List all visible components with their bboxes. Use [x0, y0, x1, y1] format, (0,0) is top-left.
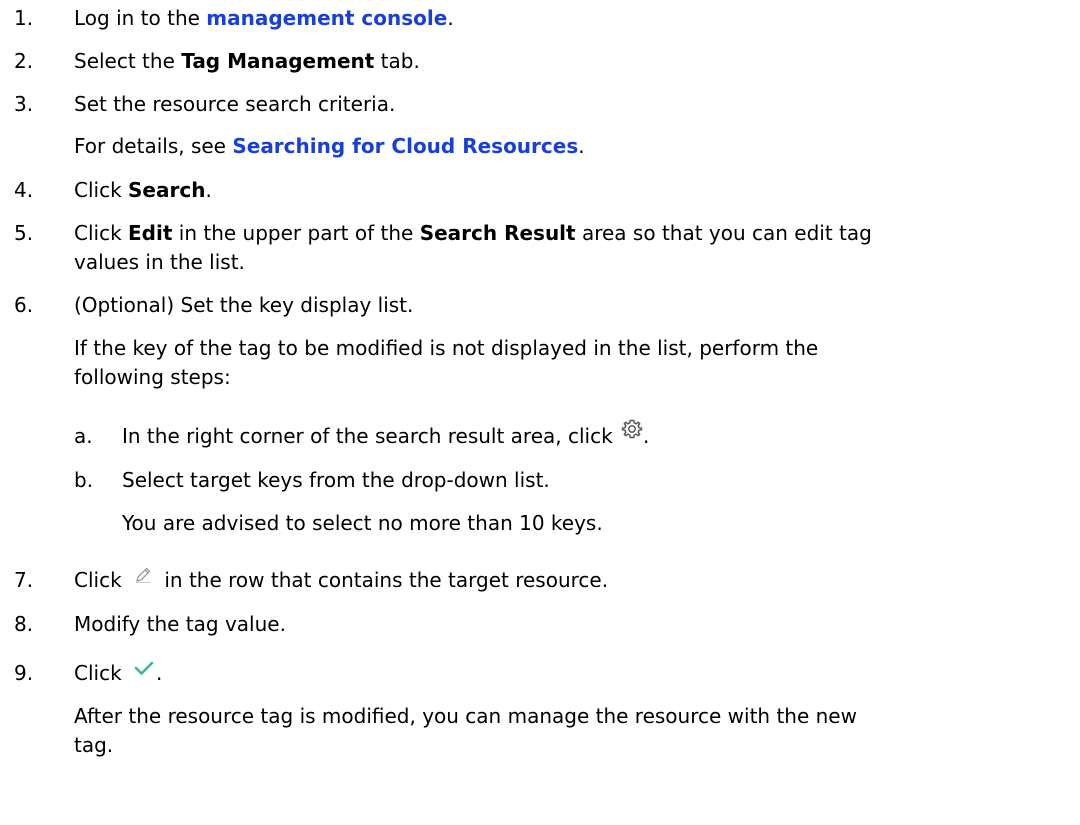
checkmark-icon: [134, 655, 154, 683]
substep-text: In the right corner of the search result…: [122, 419, 649, 450]
step-result: After the resource tag is modified, you …: [74, 704, 857, 728]
step-text: Modify the tag value.: [74, 612, 286, 636]
step-text: Select the Tag Management tab.: [74, 49, 420, 73]
management-console-link[interactable]: management console: [206, 6, 447, 30]
step-text: Click Search.: [74, 178, 212, 202]
step-note: If the key of the tag to be modified is …: [74, 336, 819, 360]
substep-number: a.: [74, 424, 93, 448]
step-result-cont: tag.: [74, 733, 114, 757]
step-number: 9.: [14, 661, 34, 685]
substep-number: b.: [74, 468, 94, 492]
step-text: Log in to the management console.: [74, 6, 454, 30]
step-number: 4.: [14, 178, 34, 202]
step-text-cont: values in the list.: [74, 250, 245, 274]
step-text: Click in the row that contains the targe…: [74, 566, 608, 594]
step-number: 1.: [14, 6, 34, 30]
gear-icon: [621, 418, 643, 447]
step-number: 6.: [14, 293, 34, 317]
step-text: Click .: [74, 659, 162, 687]
substep-note: You are advised to select no more than 1…: [122, 511, 603, 535]
step-text: Click Edit in the upper part of the Sear…: [74, 221, 872, 245]
step-text: (Optional) Set the key display list.: [74, 293, 414, 317]
step-note-cont: following steps:: [74, 365, 231, 389]
pencil-edit-icon: [134, 563, 152, 591]
step-number: 5.: [14, 221, 34, 245]
searching-cloud-resources-link[interactable]: Searching for Cloud Resources: [232, 134, 578, 158]
substep-text: Select target keys from the drop-down li…: [122, 468, 550, 492]
step-number: 8.: [14, 612, 34, 636]
step-note: For details, see Searching for Cloud Res…: [74, 134, 585, 158]
step-number: 7.: [14, 568, 34, 592]
step-text: Set the resource search criteria.: [74, 92, 396, 116]
step-number: 2.: [14, 49, 34, 73]
step-number: 3.: [14, 92, 34, 116]
